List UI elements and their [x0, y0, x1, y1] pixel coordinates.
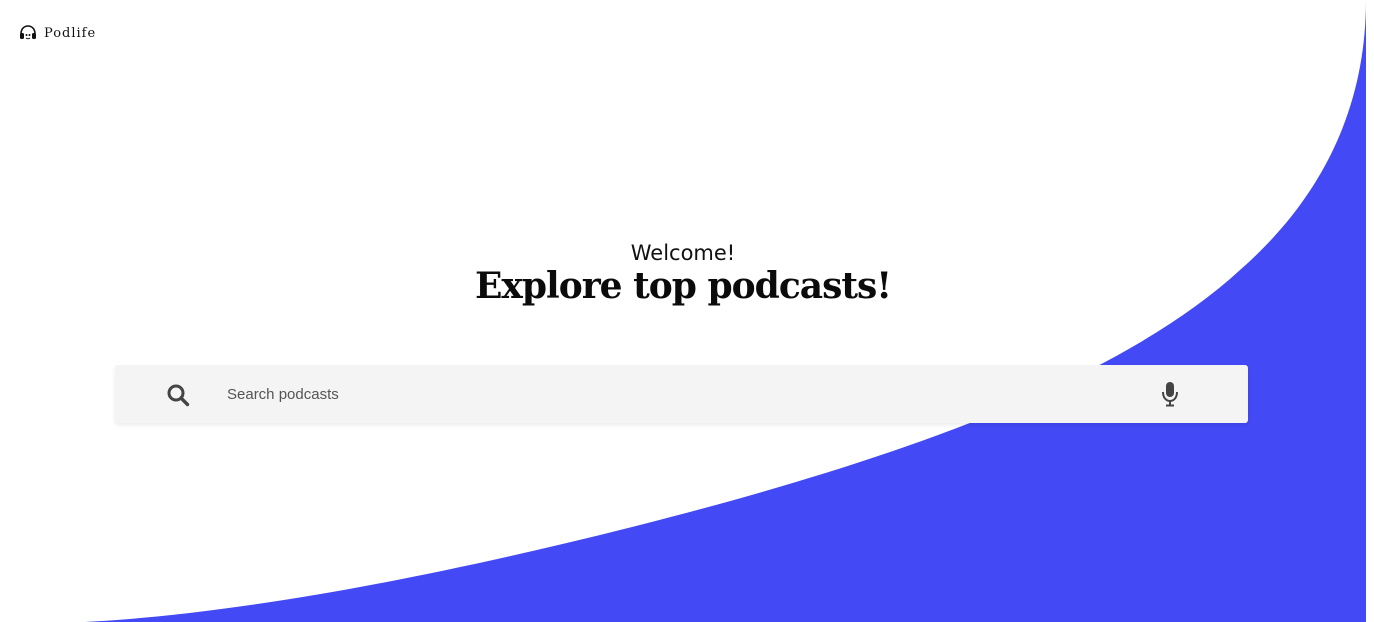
- search-icon[interactable]: [166, 383, 190, 407]
- microphone-icon[interactable]: [1158, 380, 1182, 408]
- search-bar: [115, 365, 1248, 423]
- hero-title: Explore top podcasts!: [474, 265, 892, 307]
- brand-logo[interactable]: Podlife: [19, 24, 96, 42]
- brand-name: Podlife: [44, 25, 97, 41]
- page: Podlife Welcome! Explore top podcasts!: [0, 0, 1374, 622]
- search-input[interactable]: [227, 365, 1127, 423]
- hero-subtitle: Welcome!: [630, 241, 736, 265]
- hero: Welcome! Explore top podcasts!: [0, 240, 1366, 306]
- headphones-icon: [20, 25, 36, 40]
